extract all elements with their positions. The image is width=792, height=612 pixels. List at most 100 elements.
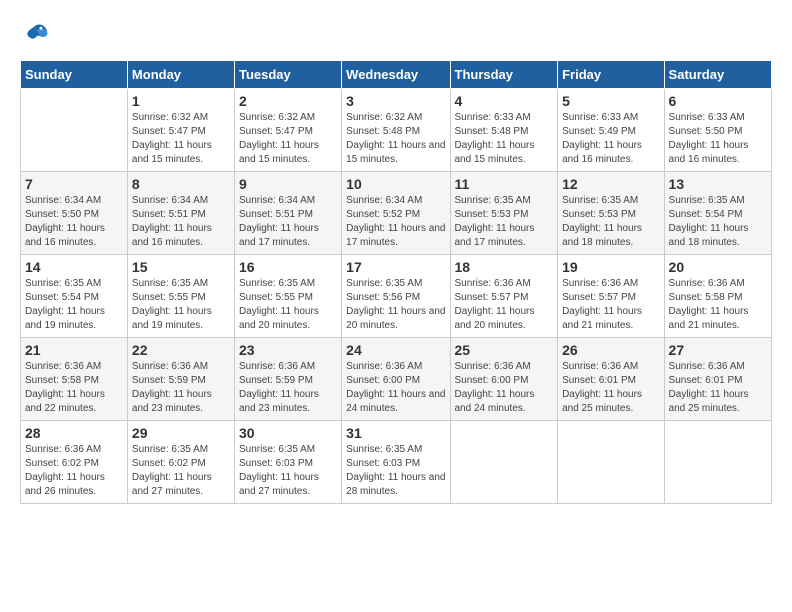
calendar-cell: 4Sunrise: 6:33 AMSunset: 5:48 PMDaylight… [450, 89, 558, 172]
calendar-cell: 11 Sunrise: 6:35 AMSunset: 5:53 PMDayligh… [450, 172, 558, 255]
calendar-cell: 6 Sunrise: 6:33 AMSunset: 5:50 PMDaylight… [664, 89, 771, 172]
day-info: Sunrise: 6:36 AMSunset: 6:00 PMDaylight:… [455, 360, 554, 416]
day-number: 6 [669, 93, 767, 109]
calendar-header-row: SundayMondayTuesdayWednesdayThursdayFrid… [21, 61, 772, 89]
day-info: Sunrise: 6:35 AMSunset: 5:53 PMDaylight:… [562, 194, 659, 250]
day-number: 7 [25, 176, 123, 192]
day-info: Sunrise: 6:36 AMSunset: 5:57 PMDaylight:… [455, 277, 554, 333]
calendar-cell: 9Sunrise: 6:34 AMSunset: 5:51 PMDaylight… [234, 172, 341, 255]
calendar-cell: 27Sunrise: 6:36 AMSunset: 6:01 PMDayligh… [664, 338, 771, 421]
calendar-cell: 8Sunrise: 6:34 AMSunset: 5:51 PMDaylight… [127, 172, 234, 255]
calendar-cell: 17 Sunrise: 6:35 AMSunset: 5:56 PMDayligh… [342, 255, 450, 338]
calendar-cell: 25 Sunrise: 6:36 AMSunset: 6:00 PMDayligh… [450, 338, 558, 421]
day-number: 23 [239, 342, 337, 358]
day-number: 26 [562, 342, 659, 358]
calendar-cell [664, 421, 771, 504]
day-info: Sunrise: 6:35 AMSunset: 6:03 PMDaylight:… [346, 443, 445, 499]
day-info: Sunrise: 6:36 AMSunset: 6:01 PMDaylight:… [669, 360, 767, 416]
calendar-cell: 1 Sunrise: 6:32 AMSunset: 5:47 PMDaylight… [127, 89, 234, 172]
calendar-cell: 7Sunrise: 6:34 AMSunset: 5:50 PMDaylight… [21, 172, 128, 255]
calendar-cell: 3 Sunrise: 6:32 AMSunset: 5:48 PMDaylight… [342, 89, 450, 172]
calendar-cell: 10 Sunrise: 6:34 AMSunset: 5:52 PMDayligh… [342, 172, 450, 255]
day-info: Sunrise: 6:33 AMSunset: 5:50 PMDaylight:… [669, 111, 767, 167]
day-info: Sunrise: 6:35 AMSunset: 5:55 PMDaylight:… [239, 277, 337, 333]
calendar-cell: 18 Sunrise: 6:36 AMSunset: 5:57 PMDayligh… [450, 255, 558, 338]
day-info: Sunrise: 6:35 AMSunset: 6:03 PMDaylight:… [239, 443, 337, 499]
calendar-cell: 16Sunrise: 6:35 AMSunset: 5:55 PMDayligh… [234, 255, 341, 338]
day-info: Sunrise: 6:36 AMSunset: 5:59 PMDaylight:… [239, 360, 337, 416]
calendar-cell: 5 Sunrise: 6:33 AMSunset: 5:49 PMDaylight… [558, 89, 664, 172]
column-header-tuesday: Tuesday [234, 61, 341, 89]
calendar-cell: 29 Sunrise: 6:35 AMSunset: 6:02 PMDayligh… [127, 421, 234, 504]
calendar-cell: 26Sunrise: 6:36 AMSunset: 6:01 PMDayligh… [558, 338, 664, 421]
day-info: Sunrise: 6:32 AMSunset: 5:48 PMDaylight:… [346, 111, 445, 167]
day-info: Sunrise: 6:35 AMSunset: 5:54 PMDaylight:… [669, 194, 767, 250]
logo-bird-icon [20, 20, 50, 50]
calendar-cell: 24 Sunrise: 6:36 AMSunset: 6:00 PMDayligh… [342, 338, 450, 421]
calendar-week-row: 14Sunrise: 6:35 AMSunset: 5:54 PMDayligh… [21, 255, 772, 338]
calendar-week-row: 1 Sunrise: 6:32 AMSunset: 5:47 PMDaylight… [21, 89, 772, 172]
day-number: 17 [346, 259, 445, 275]
column-header-wednesday: Wednesday [342, 61, 450, 89]
day-info: Sunrise: 6:36 AMSunset: 5:57 PMDaylight:… [562, 277, 659, 333]
day-info: Sunrise: 6:32 AMSunset: 5:47 PMDaylight:… [239, 111, 337, 167]
calendar-cell: 22 Sunrise: 6:36 AMSunset: 5:59 PMDayligh… [127, 338, 234, 421]
day-number: 19 [562, 259, 659, 275]
day-info: Sunrise: 6:35 AMSunset: 6:02 PMDaylight:… [132, 443, 230, 499]
day-number: 1 [132, 93, 230, 109]
column-header-friday: Friday [558, 61, 664, 89]
day-info: Sunrise: 6:33 AMSunset: 5:49 PMDaylight:… [562, 111, 659, 167]
day-info: Sunrise: 6:36 AMSunset: 5:58 PMDaylight:… [25, 360, 123, 416]
day-info: Sunrise: 6:34 AMSunset: 5:51 PMDaylight:… [239, 194, 337, 250]
day-info: Sunrise: 6:32 AMSunset: 5:47 PMDaylight:… [132, 111, 230, 167]
logo [20, 20, 54, 50]
calendar-cell: 19 Sunrise: 6:36 AMSunset: 5:57 PMDayligh… [558, 255, 664, 338]
day-number: 22 [132, 342, 230, 358]
calendar-cell: 28 Sunrise: 6:36 AMSunset: 6:02 PMDayligh… [21, 421, 128, 504]
calendar-cell: 2 Sunrise: 6:32 AMSunset: 5:47 PMDaylight… [234, 89, 341, 172]
day-info: Sunrise: 6:35 AMSunset: 5:54 PMDaylight:… [25, 277, 123, 333]
day-info: Sunrise: 6:35 AMSunset: 5:55 PMDaylight:… [132, 277, 230, 333]
column-header-monday: Monday [127, 61, 234, 89]
day-number: 5 [562, 93, 659, 109]
day-number: 20 [669, 259, 767, 275]
day-number: 10 [346, 176, 445, 192]
calendar-week-row: 21 Sunrise: 6:36 AMSunset: 5:58 PMDayligh… [21, 338, 772, 421]
page-header [20, 20, 772, 50]
day-number: 15 [132, 259, 230, 275]
day-number: 31 [346, 425, 445, 441]
day-number: 4 [455, 93, 554, 109]
day-number: 11 [455, 176, 554, 192]
calendar-week-row: 28 Sunrise: 6:36 AMSunset: 6:02 PMDayligh… [21, 421, 772, 504]
calendar-cell [558, 421, 664, 504]
day-number: 13 [669, 176, 767, 192]
day-info: Sunrise: 6:34 AMSunset: 5:51 PMDaylight:… [132, 194, 230, 250]
calendar-cell: 23 Sunrise: 6:36 AMSunset: 5:59 PMDayligh… [234, 338, 341, 421]
day-info: Sunrise: 6:36 AMSunset: 5:59 PMDaylight:… [132, 360, 230, 416]
column-header-saturday: Saturday [664, 61, 771, 89]
calendar-cell: 31 Sunrise: 6:35 AMSunset: 6:03 PMDayligh… [342, 421, 450, 504]
day-number: 21 [25, 342, 123, 358]
day-number: 29 [132, 425, 230, 441]
calendar-cell [21, 89, 128, 172]
calendar-cell: 20Sunrise: 6:36 AMSunset: 5:58 PMDayligh… [664, 255, 771, 338]
day-number: 28 [25, 425, 123, 441]
day-number: 24 [346, 342, 445, 358]
calendar-cell: 14Sunrise: 6:35 AMSunset: 5:54 PMDayligh… [21, 255, 128, 338]
calendar-cell: 12 Sunrise: 6:35 AMSunset: 5:53 PMDayligh… [558, 172, 664, 255]
day-number: 2 [239, 93, 337, 109]
day-number: 18 [455, 259, 554, 275]
day-info: Sunrise: 6:36 AMSunset: 6:02 PMDaylight:… [25, 443, 123, 499]
day-info: Sunrise: 6:34 AMSunset: 5:52 PMDaylight:… [346, 194, 445, 250]
day-info: Sunrise: 6:35 AMSunset: 5:53 PMDaylight:… [455, 194, 554, 250]
calendar-week-row: 7Sunrise: 6:34 AMSunset: 5:50 PMDaylight… [21, 172, 772, 255]
day-info: Sunrise: 6:36 AMSunset: 6:00 PMDaylight:… [346, 360, 445, 416]
day-number: 25 [455, 342, 554, 358]
calendar-cell: 15 Sunrise: 6:35 AMSunset: 5:55 PMDayligh… [127, 255, 234, 338]
day-number: 3 [346, 93, 445, 109]
calendar-cell: 21 Sunrise: 6:36 AMSunset: 5:58 PMDayligh… [21, 338, 128, 421]
calendar-cell [450, 421, 558, 504]
day-number: 12 [562, 176, 659, 192]
day-info: Sunrise: 6:35 AMSunset: 5:56 PMDaylight:… [346, 277, 445, 333]
column-header-sunday: Sunday [21, 61, 128, 89]
